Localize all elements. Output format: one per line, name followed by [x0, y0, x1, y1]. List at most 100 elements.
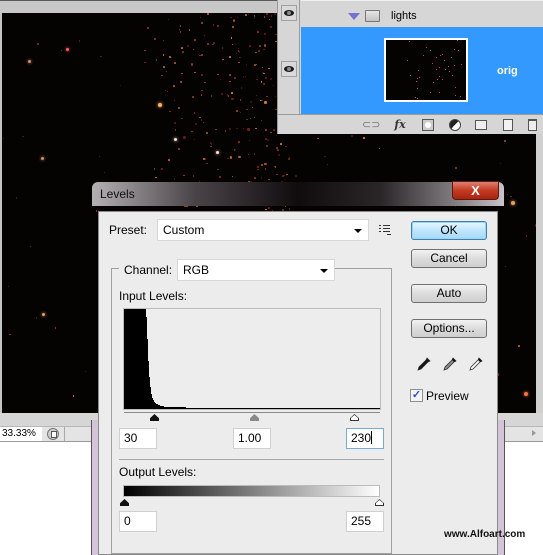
auto-button[interactable]: Auto	[411, 284, 487, 303]
histogram-bin	[189, 408, 190, 409]
output-levels-label: Output Levels:	[119, 465, 197, 479]
layer-group-lights[interactable]: lights	[301, 0, 543, 27]
options-button[interactable]: Options...	[411, 319, 487, 338]
gray-point-eyedropper-icon[interactable]	[442, 356, 458, 372]
histogram-bin	[256, 408, 257, 409]
star-pixel	[274, 13, 276, 15]
eye-icon[interactable]	[281, 5, 297, 21]
histogram-bin	[275, 408, 276, 409]
adjustment-layer-icon[interactable]	[449, 119, 461, 131]
input-white-value: 230	[351, 431, 372, 445]
star-pixel	[174, 62, 176, 64]
dialog-title-bar[interactable]	[92, 182, 504, 206]
histogram-bin	[124, 309, 125, 409]
histogram-bin	[205, 408, 206, 409]
star-pixel	[263, 16, 266, 18]
histogram-bin	[210, 408, 211, 409]
thumbnail-star	[457, 40, 459, 42]
input-black-field[interactable]: 30	[119, 428, 157, 449]
preview-label: Preview	[426, 389, 469, 403]
star-pixel	[378, 147, 381, 150]
histogram-bin	[304, 408, 305, 409]
star-pixel	[177, 106, 181, 110]
output-gradient-bar	[123, 485, 380, 497]
star-pixel	[162, 39, 165, 42]
histogram-bin	[372, 408, 373, 409]
expand-triangle-icon[interactable]	[348, 13, 360, 20]
histogram-bin	[228, 408, 229, 409]
histogram-bin	[354, 408, 355, 409]
star-pixel	[234, 77, 236, 79]
input-midtone-field[interactable]: 1.00	[233, 428, 271, 449]
watermark: www.Alfoart.com	[444, 529, 526, 540]
star-pixel	[119, 84, 122, 87]
star-pixel	[510, 195, 512, 198]
layer-thumbnail	[384, 38, 468, 102]
histogram-bin	[319, 408, 320, 409]
new-layer-icon[interactable]	[503, 119, 513, 131]
close-button[interactable]: X	[452, 181, 499, 200]
histogram-bin	[193, 408, 194, 409]
input-white-field[interactable]: 230	[346, 428, 384, 449]
black-point-eyedropper-icon[interactable]	[416, 356, 432, 372]
status-divider	[64, 427, 65, 441]
star-pixel	[201, 74, 203, 76]
histogram-bin	[219, 408, 220, 409]
star-pixel	[227, 157, 229, 160]
eye-icon[interactable]	[281, 61, 297, 77]
histogram-bin	[174, 407, 175, 409]
star-pixel	[179, 25, 182, 27]
trash-icon[interactable]	[528, 119, 537, 131]
histogram-bin	[331, 408, 332, 409]
link-layers-icon[interactable]: ⊂⊃	[362, 119, 380, 131]
histogram-bin	[157, 404, 158, 409]
histogram-bin	[236, 408, 237, 409]
histogram-bin	[338, 408, 339, 409]
preset-options-menu-icon[interactable]	[379, 225, 391, 235]
ok-button[interactable]: OK	[411, 221, 487, 240]
star-pixel	[15, 197, 18, 199]
histogram-bin	[285, 408, 286, 409]
histogram-bin	[317, 408, 318, 409]
cancel-button[interactable]: Cancel	[411, 249, 487, 268]
star-pixel	[273, 129, 275, 131]
histogram-bin	[290, 408, 291, 409]
star-pixel	[455, 167, 457, 169]
fx-icon[interactable]: fx	[391, 119, 409, 131]
scroll-right-arrow-icon[interactable]	[532, 430, 536, 436]
histogram-bin	[131, 309, 132, 409]
star-pixel	[247, 13, 250, 16]
thumbnail-star	[432, 81, 434, 83]
histogram-bin	[252, 408, 253, 409]
layer-mask-icon[interactable]	[422, 119, 434, 131]
channel-dropdown[interactable]: RGB	[177, 259, 335, 281]
histogram-bin	[334, 408, 335, 409]
output-black-field[interactable]: 0	[119, 511, 157, 532]
histogram-bin	[229, 408, 230, 409]
star-pixel	[272, 84, 275, 87]
new-group-icon[interactable]	[475, 120, 487, 130]
bright-star	[511, 201, 515, 205]
histogram-bin	[130, 309, 131, 409]
thumbnail-star	[441, 54, 443, 55]
preset-dropdown[interactable]: Custom	[157, 219, 369, 241]
star-pixel	[230, 16, 232, 19]
text-caret	[371, 431, 373, 444]
thumbnail-star	[436, 79, 438, 81]
star-pixel	[180, 81, 182, 83]
star-pixel	[183, 136, 186, 139]
histogram-bin	[241, 408, 242, 409]
input-slider-track[interactable]	[124, 412, 380, 413]
star-pixel	[174, 122, 176, 124]
histogram-bin	[147, 339, 148, 409]
white-point-eyedropper-icon[interactable]	[468, 356, 484, 372]
layer-orig[interactable]: orig	[301, 27, 543, 114]
star-pixel	[213, 42, 215, 44]
output-white-field[interactable]: 255	[346, 511, 384, 532]
status-info-icon[interactable]	[47, 428, 59, 440]
layers-panel: lights orig ⊂⊃ fx	[277, 0, 543, 134]
preview-checkbox[interactable]: ✓	[410, 389, 423, 402]
star-pixel	[265, 138, 267, 140]
zoom-level-field[interactable]: 33.33%	[0, 427, 42, 441]
thumbnail-star	[436, 69, 438, 71]
